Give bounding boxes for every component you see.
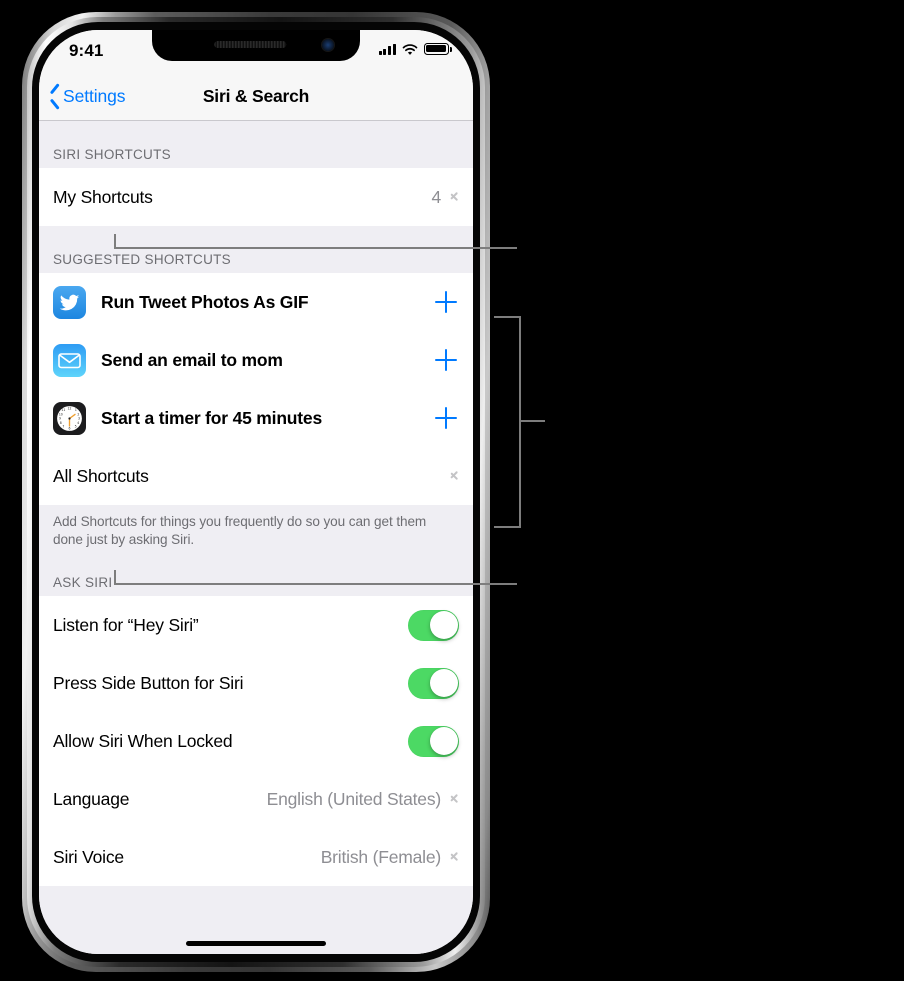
chevron-right-icon <box>450 190 459 205</box>
row-language[interactable]: Language English (United States) <box>39 770 473 829</box>
svg-text:7: 7 <box>62 424 64 428</box>
clock-app-icon: 12 1 23 45 67 89 10 11 <box>53 401 86 435</box>
row-suggested-shortcut[interactable]: Run Tweet Photos As GIF <box>39 273 473 331</box>
svg-text:10: 10 <box>59 412 63 416</box>
group-ask-siri: Listen for “Hey Siri” Press Side Button … <box>39 596 473 887</box>
leader-line-my-shortcuts <box>114 247 517 249</box>
svg-text:9: 9 <box>59 416 61 420</box>
leader-line-all-shortcuts <box>114 583 517 585</box>
svg-text:1: 1 <box>75 408 77 412</box>
svg-text:4: 4 <box>77 421 79 425</box>
row-suggested-shortcut[interactable]: Send an email to mom <box>39 331 473 389</box>
row-value-language: English (United States) <box>266 788 442 809</box>
section-header-ask-siri: ASK SIRI <box>53 575 113 591</box>
status-bar-time: 9:41 <box>69 41 104 60</box>
iphone-screen: 9:41 Settings Siri & Search SIRI SHORTCU… <box>39 30 473 954</box>
plus-icon[interactable] <box>435 349 457 371</box>
row-label-press-side-button-for-siri: Press Side Button for Siri <box>53 672 244 693</box>
row-label-suggested-shortcut: Run Tweet Photos As GIF <box>101 291 309 312</box>
svg-text:12: 12 <box>68 406 72 410</box>
group-siri-shortcuts: My Shortcuts 4 <box>39 168 473 226</box>
chevron-right-icon <box>450 469 459 484</box>
group-suggested-shortcuts: Run Tweet Photos As GIF Send an email to… <box>39 273 473 505</box>
wifi-icon <box>402 43 418 55</box>
row-label-all-shortcuts: All Shortcuts <box>53 465 149 486</box>
svg-text:6: 6 <box>69 426 71 430</box>
svg-text:5: 5 <box>75 424 77 428</box>
notch <box>152 30 360 61</box>
navigation-bar: Settings Siri & Search <box>39 72 473 121</box>
home-indicator[interactable] <box>186 941 326 946</box>
row-label-language: Language <box>53 788 130 809</box>
battery-full-icon <box>424 43 452 55</box>
bracket-suggested-stub <box>519 420 545 422</box>
bracket-suggested-top <box>494 316 521 318</box>
row-listen-for-hey-siri[interactable]: Listen for “Hey Siri” <box>39 596 473 655</box>
row-label-siri-voice: Siri Voice <box>53 846 124 867</box>
section-header-siri-shortcuts: SIRI SHORTCUTS <box>53 147 171 162</box>
status-bar-indicators <box>378 43 452 55</box>
earpiece-speaker-icon <box>214 41 287 48</box>
chevron-right-icon <box>450 850 459 865</box>
row-value-siri-voice: British (Female) <box>320 846 441 867</box>
bracket-suggested-bottom <box>494 526 521 528</box>
footer-note-shortcuts: Add Shortcuts for things you frequently … <box>53 514 427 548</box>
row-suggested-shortcut[interactable]: 12 1 23 45 67 89 10 11 Start a timer for… <box>39 389 473 447</box>
svg-text:8: 8 <box>60 421 62 425</box>
screenshot-stage: 9:41 Settings Siri & Search SIRI SHORTCU… <box>0 0 904 981</box>
row-my-shortcuts[interactable]: My Shortcuts 4 <box>39 168 473 226</box>
toggle-press-side-button-for-siri[interactable] <box>408 667 459 699</box>
twitter-app-icon <box>53 285 86 319</box>
svg-text:11: 11 <box>61 408 65 412</box>
section-header-suggested-shortcuts: SUGGESTED SHORTCUTS <box>53 252 231 267</box>
row-label-allow-siri-when-locked: Allow Siri When Locked <box>53 730 233 751</box>
cellular-bars-icon <box>378 43 396 55</box>
plus-icon[interactable] <box>435 407 457 429</box>
page-title: Siri & Search <box>202 86 310 106</box>
row-allow-siri-when-locked[interactable]: Allow Siri When Locked <box>39 712 473 771</box>
row-label-listen-for-hey-siri: Listen for “Hey Siri” <box>53 614 199 635</box>
row-siri-voice[interactable]: Siri Voice British (Female) <box>39 828 473 887</box>
chevron-right-icon <box>450 792 459 807</box>
row-label-suggested-shortcut: Send an email to mom <box>101 349 283 370</box>
row-press-side-button-for-siri[interactable]: Press Side Button for Siri <box>39 654 473 713</box>
bracket-suggested-spine <box>519 316 521 528</box>
front-camera-icon <box>322 39 334 51</box>
row-label-suggested-shortcut: Start a timer for 45 minutes <box>101 407 322 428</box>
toggle-listen-for-hey-siri[interactable] <box>408 609 459 641</box>
plus-icon[interactable] <box>435 291 457 313</box>
mail-app-icon <box>53 343 86 377</box>
row-value-my-shortcuts-count: 4 <box>431 186 441 207</box>
toggle-allow-siri-when-locked[interactable] <box>408 725 459 757</box>
row-all-shortcuts[interactable]: All Shortcuts <box>39 447 473 505</box>
settings-list[interactable]: SIRI SHORTCUTS My Shortcuts 4 SUGGESTED … <box>39 121 473 954</box>
row-label-my-shortcuts: My Shortcuts <box>53 186 153 207</box>
